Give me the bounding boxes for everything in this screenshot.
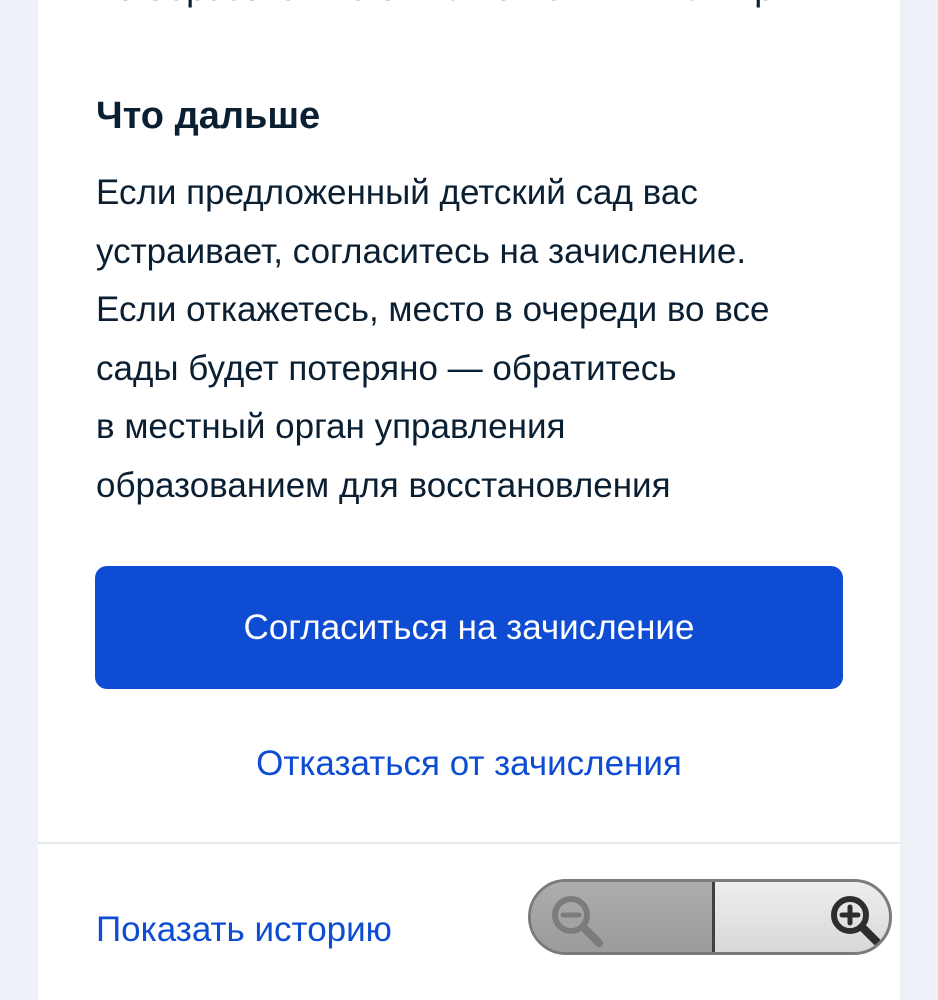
zoom-out-icon xyxy=(552,896,603,947)
partial-top-text: по образованию от 29.10.2021 № 2977-р. xyxy=(96,0,784,10)
accept-enrollment-label: Согласиться на зачисление xyxy=(243,607,695,647)
zoom-in-button[interactable] xyxy=(715,882,889,952)
show-history-link[interactable]: Показать историю xyxy=(96,904,392,956)
next-steps-line: устраивает, согласитесь на зачисление. xyxy=(96,231,747,271)
next-steps-line: Если предложенный детский сад вас xyxy=(96,173,698,212)
section-title: Что дальше xyxy=(96,95,321,137)
zoom-in-icon xyxy=(831,896,882,947)
next-steps-line: образованием для восстановления xyxy=(96,465,671,505)
zoom-control xyxy=(528,879,892,955)
next-steps-line: в местный орган управления xyxy=(96,407,566,446)
content-card: по образованию от 29.10.2021 № 2977-р. Ч… xyxy=(38,0,900,1000)
accept-enrollment-button[interactable]: Согласиться на зачисление xyxy=(95,566,843,689)
zoom-out-button[interactable] xyxy=(531,882,712,952)
divider xyxy=(38,842,900,844)
decline-enrollment-button[interactable]: Отказаться от зачисления xyxy=(95,736,843,792)
next-steps-text: Если предложенный детский сад вас устраи… xyxy=(96,164,856,515)
next-steps-line: сады будет потеряно — обратитесь xyxy=(96,348,677,388)
next-steps-line: Если откажетесь, место в очереди во все xyxy=(96,290,770,329)
